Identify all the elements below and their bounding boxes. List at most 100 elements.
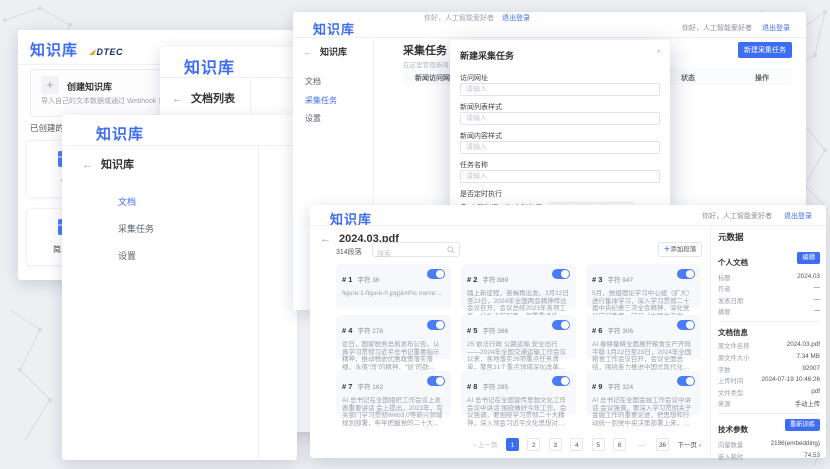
window-kb-detail: 知识库 ← 知识库 文档 采集任务 设置 (62, 115, 297, 460)
kb-back-title: 知识库 (101, 159, 134, 171)
edit-metadata-button[interactable]: 编辑 (797, 252, 820, 264)
header-divider (293, 37, 806, 38)
user-greeting: 你好，人工智能爱好者 (682, 25, 752, 32)
sidebar-item-settings[interactable]: 设置 (62, 249, 297, 262)
segment-toggle[interactable] (427, 320, 445, 330)
segment-search (372, 242, 460, 257)
logout-link[interactable]: 退出登录 (784, 213, 812, 220)
segment-toggle[interactable] (677, 376, 695, 386)
segment-card[interactable]: # 8字符 285 AI 总书记在全国宣传思想文化工作会议中讲话 围绕做好今年工… (461, 371, 576, 415)
doc-list-title: 文档列表 (191, 93, 235, 105)
new-task-button[interactable]: 新建采集任务 (738, 42, 792, 58)
search-input[interactable] (373, 248, 443, 261)
pagination-page-4[interactable]: 4 (570, 438, 583, 451)
metadata-heading: 元数据 (718, 231, 820, 243)
field-label-content-style: 新闻内容样式 (460, 131, 502, 141)
meta-row: 原文件名称2024.03.pdf (718, 341, 820, 350)
column-status: 状态 (681, 73, 695, 83)
segment-card[interactable]: # 1字符 36 figure:1-figure-0.jpg|&#Pic nam… (336, 264, 451, 308)
user-greeting: 你好，人工智能爱好者 (424, 15, 494, 22)
window-document-viewer: 知识库 你好，人工智能爱好者 退出登录 ←2024.03.pdf 314段落 ＋… (310, 205, 826, 458)
pagination: ‹ 上一页 1 2 3 4 5 6 ··· 36 下一页 › (470, 434, 701, 452)
doc-info-title: 文档信息 (718, 327, 820, 338)
pagination-page-6[interactable]: 6 (613, 438, 626, 451)
app-logo: 知识库 (313, 19, 355, 38)
field-input-content-style[interactable] (460, 141, 660, 154)
segment-count: 314段落 (336, 247, 362, 257)
sidebar-divider (258, 145, 259, 460)
meta-row: 作者— (718, 284, 820, 293)
segment-toggle[interactable] (677, 320, 695, 330)
meta-row: 发表日期— (718, 296, 820, 305)
desktop: 知识库 DTEC + 创建知识库 导入自己的文本数据或通过 Webhook 实时… (0, 0, 830, 469)
meta-row: 标题2024.03 (718, 273, 820, 282)
meta-row: 向量数量2196(embedding) (718, 440, 820, 449)
segment-card[interactable]: # 5字符 366 25 依法行政 公路运输 安全出行——2024年全国交通运输… (461, 315, 576, 359)
retrain-button[interactable]: 重新训练 (785, 419, 820, 431)
meta-row: 上传时间2024-07-19 10:46:26 (718, 376, 820, 385)
add-segment-button[interactable]: ＋添加段落 (658, 242, 702, 257)
pagination-page-36[interactable]: 36 (656, 438, 669, 451)
segment-card[interactable]: # 4字符 278 近日，国家税务总局发布公告，认真学习贯彻习近平总书记重要指示… (336, 315, 451, 359)
pagination-page-2[interactable]: 2 (527, 438, 540, 451)
field-label-list-style: 新闻列表样式 (460, 102, 502, 112)
meta-row: 摘要— (718, 307, 820, 316)
segment-card[interactable]: # 2字符 889 踏上新征程，奋楫再出发。3月22日至23日，2024年全国两… (461, 264, 576, 308)
segment-toggle[interactable] (552, 376, 570, 386)
plus-icon: + (41, 76, 59, 94)
back-arrow-icon[interactable]: ← (320, 233, 331, 245)
meta-row: 嵌入耗时74.53 (718, 452, 820, 461)
segment-card[interactable]: # 9字符 324 AI 总书记在全国金融工作会议中讲话 会议强调，要深入学习贯… (586, 371, 701, 415)
close-icon[interactable]: × (656, 47, 661, 56)
pagination-page-3[interactable]: 3 (549, 438, 562, 451)
tasks-back-title: 知识库 (320, 47, 347, 57)
back-arrow-icon[interactable]: ← (172, 93, 183, 105)
schedule-label: 是否定时执行 (460, 189, 502, 199)
metadata-divider (710, 225, 711, 458)
meta-row: 文件类型pdf (718, 388, 820, 397)
segment-card[interactable]: # 7字符 162 AI 总书记在全国组织工作会议上发表重要讲话 会上提出，20… (336, 371, 451, 415)
user-info: 你好，人工智能爱好者 退出登录 (682, 23, 790, 33)
sidebar-item-collection-tasks[interactable]: 采集任务 (62, 222, 297, 235)
divider (718, 413, 820, 414)
search-icon (447, 246, 455, 254)
create-kb-title: 创建知识库 (67, 80, 112, 93)
app-logo: 知识库 (30, 42, 78, 59)
app-logo: 知识库 (184, 54, 235, 78)
partner-logo: DTEC (90, 42, 123, 59)
sidebar-item-documents[interactable]: 文档 (62, 195, 297, 208)
segment-toggle[interactable] (677, 269, 695, 279)
tech-params-title: 技术参数 (718, 425, 748, 434)
segment-toggle[interactable] (552, 269, 570, 279)
field-input-task-name[interactable] (460, 170, 660, 183)
meta-row: 原文件大小7.34 MB (718, 353, 820, 362)
pagination-ellipsis[interactable]: ··· (635, 439, 648, 452)
pagination-page-5[interactable]: 5 (592, 438, 605, 451)
logout-link[interactable]: 退出登录 (762, 25, 790, 32)
segment-toggle[interactable] (552, 320, 570, 330)
logout-link[interactable]: 退出登录 (502, 15, 530, 22)
field-input-list-style[interactable] (460, 112, 660, 125)
pagination-next[interactable]: 下一页 › (678, 439, 701, 449)
metadata-panel: 元数据 编辑 个人文档 标题2024.03 作者— 发表日期— 摘要— 文档信息… (718, 225, 820, 464)
page-title: 采集任务 (403, 42, 447, 58)
column-actions: 操作 (755, 73, 769, 83)
segment-card[interactable]: # 6字符 306 AI 春耕备耕全面展开粮食生产开局平稳 1月22日至23日，… (586, 315, 701, 359)
app-logo: 知识库 (96, 123, 144, 144)
back-arrow-icon[interactable]: ← (82, 159, 93, 171)
ghost-user-info: 你好，人工智能爱好者 退出登录 (424, 13, 530, 23)
pagination-page-1[interactable]: 1 (506, 438, 519, 451)
doc-type-title: 个人文档 (718, 258, 748, 267)
field-label-url: 访问网址 (460, 73, 488, 83)
header-divider (62, 145, 297, 146)
modal-title: 新建采集任务 (460, 49, 514, 62)
divider (718, 321, 820, 322)
field-input-url[interactable] (460, 83, 660, 96)
pagination-prev[interactable]: ‹ 上一页 (474, 439, 497, 449)
segment-toggle[interactable] (427, 376, 445, 386)
user-info: 你好，人工智能爱好者 退出登录 (702, 211, 812, 221)
meta-row: 字数92007 (718, 365, 820, 374)
segment-card[interactable]: # 3字符 947 5月，党组理论学习中心组（扩大）进行集体学习，深入学习贯彻二… (586, 264, 701, 308)
segment-toggle[interactable] (427, 269, 445, 279)
back-arrow-icon[interactable]: ← (303, 47, 312, 57)
